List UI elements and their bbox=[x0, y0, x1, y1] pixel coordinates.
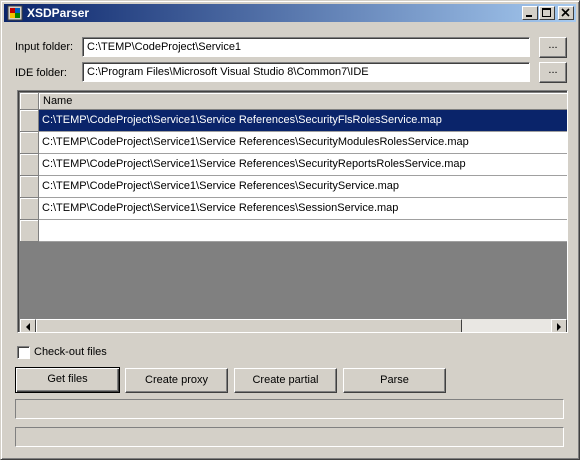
grid-row-header[interactable] bbox=[20, 198, 39, 220]
arrow-right-icon bbox=[557, 323, 561, 331]
get-files-button[interactable]: Get files bbox=[15, 367, 120, 393]
input-folder-label: Input folder: bbox=[15, 41, 74, 53]
files-grid[interactable]: Name C:\TEMP\CodeProject\Service1\Servic… bbox=[17, 90, 568, 333]
app-icon bbox=[7, 5, 23, 21]
minimize-icon bbox=[526, 15, 532, 17]
grid-row[interactable]: C:\TEMP\CodeProject\Service1\Service Ref… bbox=[39, 132, 567, 154]
ide-folder-label: IDE folder: bbox=[15, 67, 67, 79]
create-partial-button[interactable]: Create partial bbox=[234, 368, 337, 393]
progress-bar-1 bbox=[15, 399, 564, 419]
arrow-left-icon bbox=[26, 323, 30, 331]
minimize-button[interactable] bbox=[522, 6, 538, 20]
grid-row[interactable]: C:\TEMP\CodeProject\Service1\Service Ref… bbox=[39, 198, 567, 220]
grid-header: Name bbox=[20, 93, 567, 110]
grid-new-row-header[interactable] bbox=[20, 220, 39, 242]
grid-row-header[interactable] bbox=[20, 176, 39, 198]
window-title: XSDParser bbox=[27, 6, 90, 20]
input-folder-field[interactable]: C:\TEMP\CodeProject\Service1 bbox=[82, 37, 530, 57]
column-header-name[interactable]: Name bbox=[39, 93, 567, 110]
grid-row-header[interactable] bbox=[20, 132, 39, 154]
scroll-left-button[interactable] bbox=[20, 319, 36, 332]
grid-row[interactable]: C:\TEMP\CodeProject\Service1\Service Ref… bbox=[39, 154, 567, 176]
grid-row-header[interactable] bbox=[20, 154, 39, 176]
parse-button[interactable]: Parse bbox=[343, 368, 446, 393]
main-window: XSDParser Input folder: C:\TEMP\CodeProj… bbox=[0, 0, 580, 460]
grid-corner-header[interactable] bbox=[20, 93, 39, 110]
create-proxy-button[interactable]: Create proxy bbox=[125, 368, 228, 393]
checkout-label[interactable]: Check-out files bbox=[34, 346, 107, 358]
close-icon bbox=[561, 8, 570, 17]
title-bar[interactable]: XSDParser bbox=[4, 4, 576, 22]
horizontal-scrollbar[interactable] bbox=[20, 319, 567, 332]
maximize-button[interactable] bbox=[539, 6, 555, 20]
scroll-thumb[interactable] bbox=[36, 319, 462, 332]
close-button[interactable] bbox=[558, 6, 574, 20]
scroll-right-button[interactable] bbox=[551, 319, 567, 332]
maximize-icon bbox=[542, 8, 551, 17]
progress-bar-2 bbox=[15, 427, 564, 447]
grid-new-row[interactable] bbox=[39, 220, 567, 242]
ide-folder-browse-button[interactable]: ... bbox=[539, 62, 567, 83]
input-folder-browse-button[interactable]: ... bbox=[539, 37, 567, 58]
ide-folder-field[interactable]: C:\Program Files\Microsoft Visual Studio… bbox=[82, 62, 530, 82]
checkout-checkbox[interactable] bbox=[17, 346, 30, 359]
grid-row-header[interactable] bbox=[20, 110, 39, 132]
grid-row[interactable]: C:\TEMP\CodeProject\Service1\Service Ref… bbox=[39, 110, 567, 132]
grid-row[interactable]: C:\TEMP\CodeProject\Service1\Service Ref… bbox=[39, 176, 567, 198]
